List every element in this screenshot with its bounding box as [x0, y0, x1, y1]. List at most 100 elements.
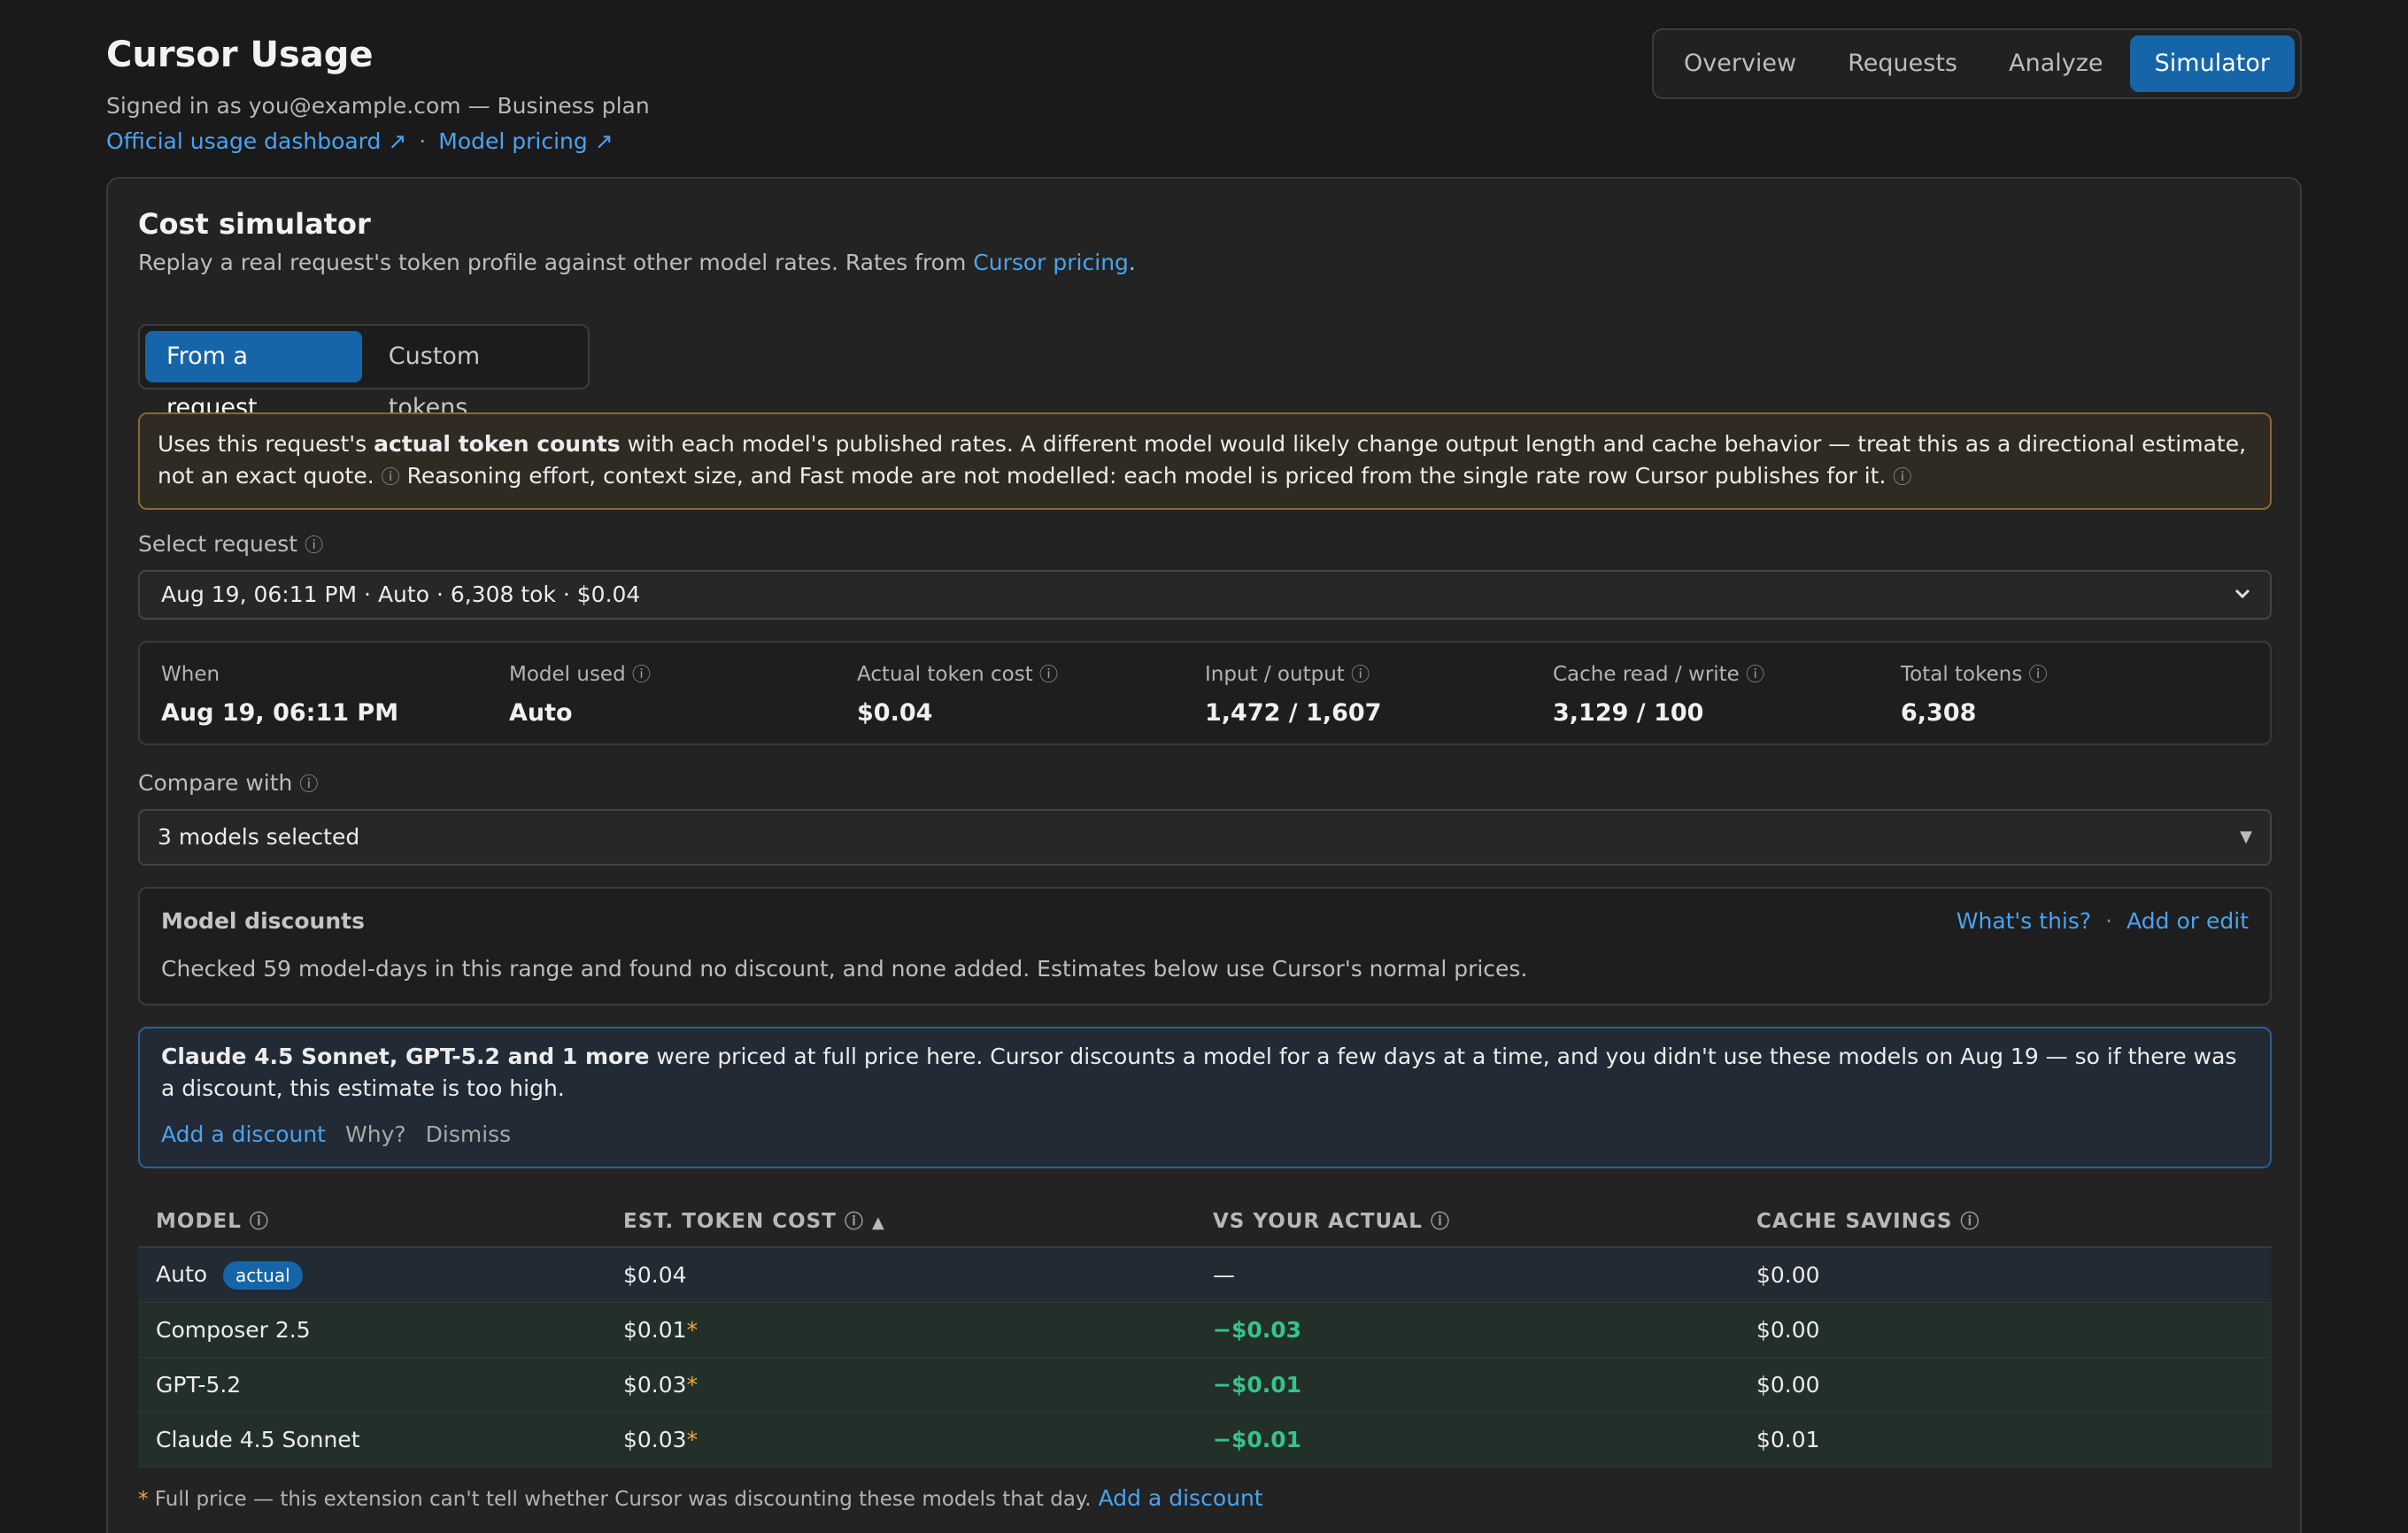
mode-toggle: From a request Custom tokens	[138, 324, 590, 421]
link-separator: ·	[419, 128, 427, 154]
from-request-button[interactable]: From a request	[145, 331, 362, 421]
est-cost-cell: $0.01*	[623, 1317, 698, 1343]
custom-tokens-button[interactable]: Custom tokens	[367, 331, 583, 421]
stat-label: Actual token cost ⓘ	[857, 663, 1059, 686]
header-model[interactable]: MODEL ⓘ	[138, 1207, 623, 1234]
simulator-subtitle: Replay a real request's token profile ag…	[138, 250, 1136, 275]
chevron-down-icon	[2233, 572, 2252, 634]
stat-input-output: Input / output ⓘ 1,472 / 1,607	[1205, 660, 1553, 727]
info-icon[interactable]: ⓘ	[382, 466, 400, 488]
vs-actual-cell: −$0.01	[1213, 1372, 1302, 1398]
stat-label: Cache read / write ⓘ	[1553, 663, 1765, 686]
select-request-label: Select request ⓘ	[138, 531, 324, 557]
table-row: Claude 4.5 Sonnet $0.03* −$0.01 $0.01	[138, 1413, 2272, 1468]
cache-savings-cell: $0.01	[1756, 1427, 1820, 1452]
est-cost-cell: $0.04	[623, 1262, 687, 1288]
vs-actual-cell: —	[1213, 1262, 1235, 1288]
full-price-star: *	[686, 1427, 698, 1452]
notice-text: Claude 4.5 Sonnet, GPT-5.2 and 1 more we…	[161, 1041, 2249, 1105]
compare-with-label: Compare with ⓘ	[138, 770, 319, 796]
stat-label: Model used ⓘ	[509, 663, 651, 686]
request-stats: When Aug 19, 06:11 PM Model used ⓘ Auto …	[138, 641, 2272, 745]
stat-label: When	[161, 663, 220, 686]
info-icon[interactable]: ⓘ	[1746, 664, 1764, 685]
info-icon[interactable]: ⓘ	[845, 1211, 864, 1232]
tab-overview[interactable]: Overview	[1659, 35, 1821, 92]
model-discounts-panel: Model discounts What's this? · Add or edit…	[138, 887, 2272, 1005]
add-discount-link[interactable]: Add a discount	[161, 1121, 326, 1147]
stat-value: Auto	[509, 699, 573, 727]
notice-actions: Add a discount Why? Dismiss	[161, 1119, 2249, 1151]
compare-models-select[interactable]: 3 models selected ▼	[138, 809, 2272, 866]
stat-cache-read-write: Cache read / write ⓘ 3,129 / 100	[1553, 660, 1901, 727]
est-cost-cell: $0.03*	[623, 1372, 698, 1398]
info-icon[interactable]: ⓘ	[299, 774, 318, 795]
table-row: Composer 2.5 $0.01* −$0.03 $0.00	[138, 1303, 2272, 1358]
subtitle-text: Replay a real request's token profile ag…	[138, 250, 974, 275]
sort-ascending-icon: ▲	[871, 1213, 885, 1232]
info-icon[interactable]: ⓘ	[2029, 664, 2048, 685]
info-icon[interactable]: ⓘ	[305, 535, 323, 556]
request-select-value: Aug 19, 06:11 PM · Auto · 6,308 tok · $0…	[161, 582, 641, 607]
header-est-token-cost[interactable]: EST. TOKEN COST ⓘ ▲	[623, 1207, 1213, 1234]
header-vs-your-actual[interactable]: VS YOUR ACTUAL ⓘ	[1213, 1207, 1756, 1234]
stat-actual-token-cost: Actual token cost ⓘ $0.04	[857, 660, 1205, 727]
model-discounts-title: Model discounts	[161, 908, 365, 934]
whats-this-link[interactable]: What's this?	[1956, 908, 2091, 934]
stat-value: 3,129 / 100	[1553, 699, 1704, 727]
header-cache-savings[interactable]: CACHE SAVINGS ⓘ	[1756, 1207, 2272, 1234]
full-price-star: *	[686, 1372, 698, 1398]
model-pricing-link[interactable]: Model pricing ↗	[438, 128, 613, 154]
tab-simulator[interactable]: Simulator	[2129, 35, 2295, 92]
cache-savings-cell: $0.00	[1756, 1372, 1820, 1398]
footnote-star: *	[138, 1488, 149, 1511]
info-icon[interactable]: ⓘ	[1960, 1211, 1980, 1232]
vs-actual-cell: −$0.03	[1213, 1317, 1302, 1343]
app-header: Cursor Usage Signed in as you@example.co…	[106, 30, 650, 156]
comparison-table: MODEL ⓘ EST. TOKEN COST ⓘ ▲ VS YOUR ACTU…	[138, 1195, 2272, 1468]
info-icon[interactable]: ⓘ	[250, 1211, 269, 1232]
model-cell: Claude 4.5 Sonnet	[156, 1427, 360, 1452]
stat-value: Aug 19, 06:11 PM	[161, 699, 399, 727]
add-or-edit-link[interactable]: Add or edit	[2126, 908, 2249, 934]
table-row: Auto actual $0.04 — $0.00	[138, 1248, 2272, 1303]
stat-value: $0.04	[857, 699, 933, 727]
tab-requests[interactable]: Requests	[1823, 35, 1982, 92]
table-row: GPT-5.2 $0.03* −$0.01 $0.00	[138, 1358, 2272, 1413]
subtitle-period: .	[1128, 250, 1136, 275]
info-icon[interactable]: ⓘ	[1351, 664, 1370, 685]
stat-total-tokens: Total tokens ⓘ 6,308	[1901, 660, 2249, 727]
stat-label: Total tokens ⓘ	[1901, 663, 2048, 686]
stat-model-used: Model used ⓘ Auto	[509, 660, 857, 727]
vs-actual-cell: −$0.01	[1213, 1427, 1302, 1452]
stat-value: 1,472 / 1,607	[1205, 699, 1382, 727]
external-links: Official usage dashboard ↗ · Model pricing…	[106, 127, 650, 156]
info-icon[interactable]: ⓘ	[632, 664, 651, 685]
estimate-warning: Uses this request's actual token counts …	[138, 412, 2272, 510]
dismiss-button[interactable]: Dismiss	[426, 1121, 512, 1147]
simulator-title: Cost simulator	[138, 207, 371, 241]
tab-analyze[interactable]: Analyze	[1984, 35, 2127, 92]
footnote-add-discount-link[interactable]: Add a discount	[1099, 1485, 1263, 1511]
request-select[interactable]: Aug 19, 06:11 PM · Auto · 6,308 tok · $0…	[138, 570, 2272, 620]
info-icon[interactable]: ⓘ	[1893, 466, 1911, 488]
cursor-pricing-link[interactable]: Cursor pricing	[973, 250, 1129, 275]
main-tabs: Overview Requests Analyze Simulator	[1652, 28, 2302, 99]
discounts-status-text: Checked 59 model-days in this range and …	[161, 956, 1528, 982]
stat-value: 6,308	[1901, 699, 1977, 727]
link-separator: ·	[2105, 908, 2113, 934]
page-title: Cursor Usage	[106, 35, 374, 75]
info-icon[interactable]: ⓘ	[1039, 664, 1058, 685]
info-icon[interactable]: ⓘ	[1431, 1211, 1450, 1232]
footnote-text: Full price — this extension can't tell w…	[148, 1488, 1092, 1511]
stat-label: Input / output ⓘ	[1205, 663, 1370, 686]
model-cell: GPT-5.2	[156, 1372, 242, 1398]
signed-in-text: Signed in as you@example.com — Business …	[106, 93, 650, 119]
notice-models: Claude 4.5 Sonnet, GPT-5.2 and 1 more	[161, 1044, 650, 1069]
model-cell: Composer 2.5	[156, 1317, 311, 1343]
model-cell: Auto actual	[138, 1260, 623, 1290]
official-usage-dashboard-link[interactable]: Official usage dashboard ↗	[106, 128, 406, 154]
full-price-notice: Claude 4.5 Sonnet, GPT-5.2 and 1 more we…	[138, 1027, 2272, 1168]
warning-text-1: Uses this request's	[158, 431, 374, 457]
why-button[interactable]: Why?	[345, 1121, 406, 1147]
